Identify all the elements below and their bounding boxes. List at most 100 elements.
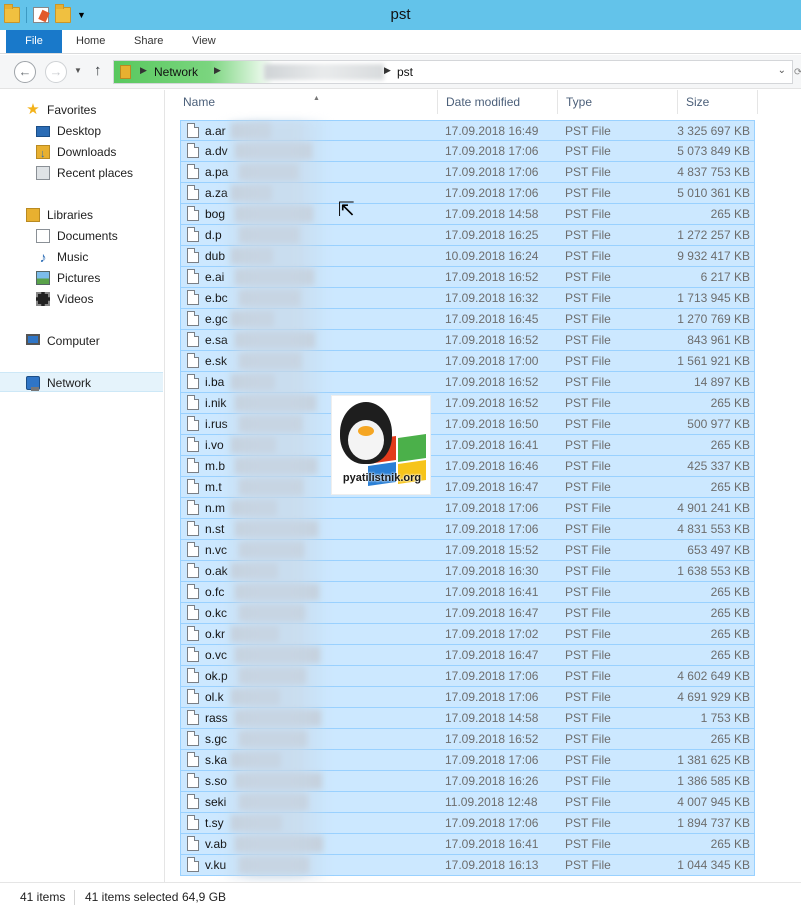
- pst-file-icon: [187, 689, 199, 704]
- nav-item-recent-places[interactable]: Recent places: [0, 163, 163, 183]
- file-row[interactable]: n.m 17.09.2018 17:06 PST File 4 901 241 KB: [180, 498, 755, 519]
- file-row[interactable]: n.st 17.09.2018 17:06 PST File 4 831 553 KB: [180, 519, 755, 540]
- recent-locations-dropdown-icon[interactable]: ▼: [74, 66, 82, 75]
- column-header-size[interactable]: Size: [678, 90, 758, 114]
- breadcrumb-chevron-icon[interactable]: ▶: [384, 65, 391, 76]
- file-row[interactable]: bog 17.09.2018 14:58 PST File 265 KB: [180, 204, 755, 225]
- file-row[interactable]: v.ab 17.09.2018 16:41 PST File 265 KB: [180, 834, 755, 855]
- title-bar: ▼ pst: [0, 0, 801, 30]
- file-row[interactable]: i.nik 17.09.2018 16:52 PST File 265 KB: [180, 393, 755, 414]
- file-row[interactable]: rass 17.09.2018 14:58 PST File 1 753 KB: [180, 708, 755, 729]
- nav-item-downloads[interactable]: Downloads: [0, 142, 163, 164]
- file-row[interactable]: ol.k 17.09.2018 17:06 PST File 4 691 929 KB: [180, 687, 755, 708]
- file-row[interactable]: v.ku 17.09.2018 16:13 PST File 1 044 345 KB: [180, 855, 755, 876]
- file-date-modified: 17.09.2018 16:30: [445, 564, 539, 578]
- nav-libraries[interactable]: Libraries: [0, 205, 163, 225]
- file-row[interactable]: a.dv 17.09.2018 17:06 PST File 5 073 849 KB: [180, 141, 755, 162]
- file-name: ok.p: [205, 669, 228, 683]
- file-row[interactable]: i.rus 17.09.2018 16:50 PST File 500 977 KB: [180, 414, 755, 435]
- address-dropdown-icon[interactable]: ⌄: [778, 65, 786, 76]
- refresh-icon[interactable]: ⟳: [794, 67, 801, 78]
- watermark-text: pyatilistnik.org: [342, 472, 422, 484]
- nav-item-documents[interactable]: Documents: [0, 226, 163, 246]
- file-date-modified: 17.09.2018 16:26: [445, 774, 539, 788]
- file-row[interactable]: n.vc 17.09.2018 15:52 PST File 653 497 KB: [180, 540, 755, 561]
- file-row[interactable]: ok.p 17.09.2018 17:06 PST File 4 602 649 KB: [180, 666, 755, 687]
- tab-home[interactable]: Home: [62, 30, 119, 53]
- file-row[interactable]: e.sa 17.09.2018 16:52 PST File 843 961 KB: [180, 330, 755, 351]
- file-row[interactable]: e.gc 17.09.2018 16:45 PST File 1 270 769 KB: [180, 309, 755, 330]
- file-row[interactable]: s.so 17.09.2018 16:26 PST File 1 386 585 KB: [180, 771, 755, 792]
- column-header-name[interactable]: Name ▲: [175, 90, 438, 114]
- file-row[interactable]: o.ak 17.09.2018 16:30 PST File 1 638 553 KB: [180, 561, 755, 582]
- file-name: v.ab: [205, 837, 227, 851]
- file-row[interactable]: m.b 17.09.2018 16:46 PST File 425 337 KB: [180, 456, 755, 477]
- file-row[interactable]: o.vc 17.09.2018 16:47 PST File 265 KB: [180, 645, 755, 666]
- file-row[interactable]: seki 11.09.2018 12:48 PST File 4 007 945 KB: [180, 792, 755, 813]
- redacted-name-part: [239, 227, 299, 243]
- file-name: o.fc: [205, 585, 225, 599]
- back-button[interactable]: ←: [14, 61, 36, 83]
- file-name: e.gc: [205, 312, 228, 326]
- file-date-modified: 17.09.2018 16:52: [445, 375, 539, 389]
- file-type: PST File: [565, 522, 611, 536]
- navigation-pane: ★ Favorites Desktop Downloads Recent pla…: [0, 90, 165, 882]
- nav-item-desktop[interactable]: Desktop: [0, 121, 163, 141]
- file-date-modified: 17.09.2018 16:25: [445, 228, 539, 242]
- file-row[interactable]: s.ka 17.09.2018 17:06 PST File 1 381 625 KB: [180, 750, 755, 771]
- file-date-modified: 17.09.2018 16:47: [445, 648, 539, 662]
- file-row[interactable]: s.gc 17.09.2018 16:52 PST File 265 KB: [180, 729, 755, 750]
- tab-file[interactable]: File: [6, 30, 62, 53]
- nav-item-music[interactable]: ♪ Music: [0, 247, 163, 267]
- file-date-modified: 17.09.2018 16:45: [445, 312, 539, 326]
- nav-item-label: Pictures: [57, 271, 101, 285]
- file-row[interactable]: e.bc 17.09.2018 16:32 PST File 1 713 945 KB: [180, 288, 755, 309]
- nav-computer[interactable]: Computer: [0, 331, 163, 351]
- address-bar[interactable]: ▶ Network ▶ ▶ pst ⌄: [113, 60, 793, 84]
- breadcrumb-chevron-icon[interactable]: ▶: [214, 65, 221, 76]
- file-row[interactable]: m.t 17.09.2018 16:47 PST File 265 KB: [180, 477, 755, 498]
- nav-item-videos[interactable]: Videos: [0, 289, 163, 309]
- file-type: PST File: [565, 354, 611, 368]
- file-row[interactable]: i.ba 17.09.2018 16:52 PST File 14 897 KB: [180, 372, 755, 393]
- breadcrumb-chevron-icon[interactable]: ▶: [140, 65, 147, 76]
- column-header-date[interactable]: Date modified: [438, 90, 558, 114]
- pst-file-icon: [187, 710, 199, 725]
- file-size: 265 KB: [710, 627, 750, 641]
- forward-button[interactable]: →: [45, 61, 67, 83]
- breadcrumb-pst[interactable]: pst: [397, 65, 413, 79]
- nav-favorites[interactable]: ★ Favorites: [0, 100, 163, 120]
- breadcrumb-network[interactable]: Network: [154, 65, 198, 79]
- file-row[interactable]: a.pa 17.09.2018 17:06 PST File 4 837 753 KB: [180, 162, 755, 183]
- file-row[interactable]: e.ai 17.09.2018 16:52 PST File 6 217 KB: [180, 267, 755, 288]
- file-type: PST File: [565, 186, 611, 200]
- tab-view[interactable]: View: [178, 30, 230, 53]
- music-icon: ♪: [39, 249, 47, 265]
- nav-item-label: Desktop: [57, 124, 102, 138]
- file-row[interactable]: o.kc 17.09.2018 16:47 PST File 265 KB: [180, 603, 755, 624]
- tab-share[interactable]: Share: [120, 30, 177, 53]
- file-row[interactable]: i.vo 17.09.2018 16:41 PST File 265 KB: [180, 435, 755, 456]
- file-name: n.vc: [205, 543, 228, 557]
- file-row[interactable]: a.ar 17.09.2018 16:49 PST File 3 325 697 KB: [180, 120, 755, 141]
- file-row[interactable]: e.sk 17.09.2018 17:00 PST File 1 561 921 KB: [180, 351, 755, 372]
- window-title: pst: [390, 6, 411, 23]
- nav-network[interactable]: Network: [0, 372, 163, 392]
- column-header-type[interactable]: Type: [558, 90, 678, 114]
- file-date-modified: 17.09.2018 16:41: [445, 585, 539, 599]
- file-row[interactable]: t.sy 17.09.2018 17:06 PST File 1 894 737 KB: [180, 813, 755, 834]
- file-row[interactable]: a.za 17.09.2018 17:06 PST File 5 010 361 KB: [180, 183, 755, 204]
- file-row[interactable]: d.p 17.09.2018 16:25 PST File 1 272 257 KB: [180, 225, 755, 246]
- file-size: 1 713 945 KB: [677, 291, 750, 305]
- file-size: 265 KB: [710, 732, 750, 746]
- redacted-name-part: [235, 458, 317, 474]
- redacted-name-part: [235, 710, 321, 726]
- file-row[interactable]: o.kr 17.09.2018 17:02 PST File 265 KB: [180, 624, 755, 645]
- up-button[interactable]: ↑: [94, 62, 102, 79]
- file-name: e.bc: [205, 291, 228, 305]
- nav-item-pictures[interactable]: Pictures: [0, 268, 163, 288]
- file-row[interactable]: dub 10.09.2018 16:24 PST File 9 932 417 KB: [180, 246, 755, 267]
- file-row[interactable]: o.fc 17.09.2018 16:41 PST File 265 KB: [180, 582, 755, 603]
- file-name: seki: [205, 795, 227, 809]
- file-type: PST File: [565, 396, 611, 410]
